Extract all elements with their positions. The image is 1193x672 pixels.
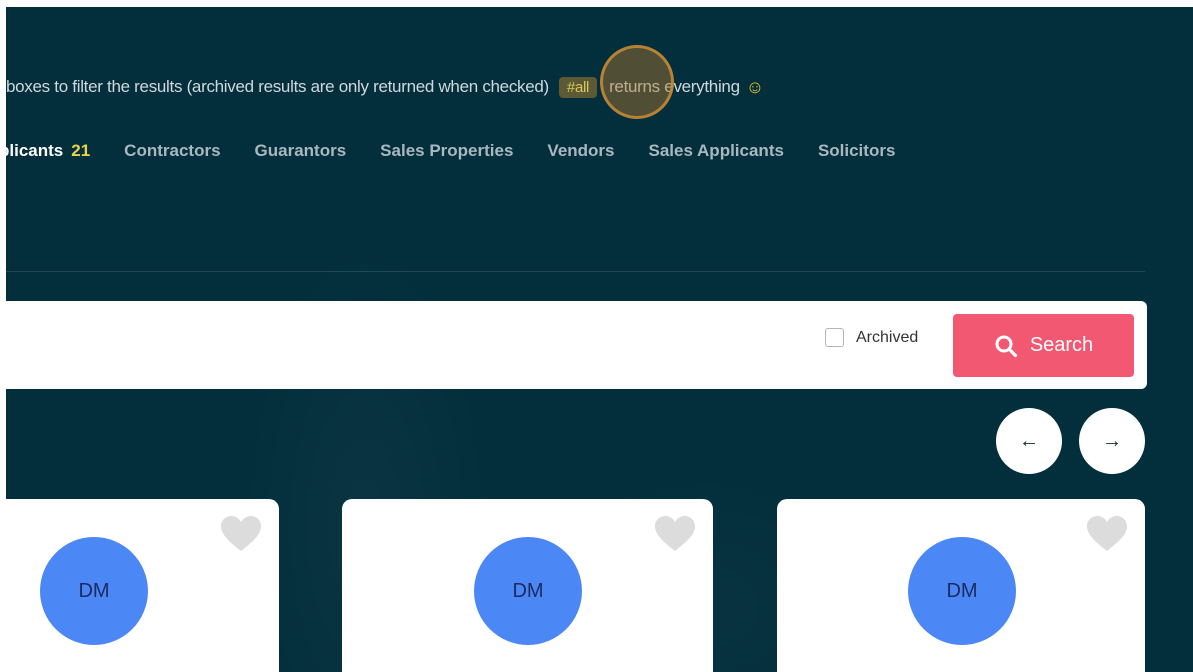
archived-checkbox[interactable]: Archived [825,328,918,347]
tab-applicants[interactable]: plicants 21 [6,141,90,161]
all-tag[interactable]: #all [558,76,598,98]
heart-icon[interactable] [1086,515,1128,553]
search-button-label: Search [1029,334,1094,356]
arrow-right-icon: → [1102,429,1122,452]
tab-solicitors[interactable]: Solicitors [818,141,895,161]
filter-hint-suffix: returns everything [609,77,740,96]
category-tabs: plicants 21 Contractors Guarantors Sales … [6,137,929,165]
applicant-card[interactable]: DM [777,499,1145,672]
search-button[interactable]: Search [953,314,1134,377]
arrow-left-icon: ← [1019,429,1039,452]
heart-icon[interactable] [220,515,262,553]
search-bar: Archived Search [6,301,1147,389]
next-page-button[interactable]: → [1079,408,1145,474]
applicant-card[interactable]: DM [6,499,279,672]
page-background: boxes to filter the results (archived re… [6,7,1193,672]
filter-hint: boxes to filter the results (archived re… [6,75,764,99]
checkbox-box[interactable] [825,328,844,347]
tab-contractors[interactable]: Contractors [124,141,220,161]
archived-label: Archived [856,328,919,346]
previous-page-button[interactable]: ← [996,408,1062,474]
divider [6,271,1145,272]
filter-hint-text: boxes to filter the results (archived re… [6,77,549,96]
tab-count-badge: 21 [71,141,91,160]
search-icon [995,335,1017,357]
tab-guarantors[interactable]: Guarantors [255,141,347,161]
smiley-icon: ☺ [745,76,764,97]
applicant-card[interactable]: DM [342,499,713,672]
avatar: DM [908,537,1016,645]
tab-sales-applicants[interactable]: Sales Applicants [649,141,784,161]
avatar: DM [474,537,582,645]
heart-icon[interactable] [654,515,696,553]
tab-label: plicants [6,141,64,160]
tab-vendors[interactable]: Vendors [547,141,614,161]
avatar: DM [40,537,148,645]
tab-sales-properties[interactable]: Sales Properties [380,141,513,161]
